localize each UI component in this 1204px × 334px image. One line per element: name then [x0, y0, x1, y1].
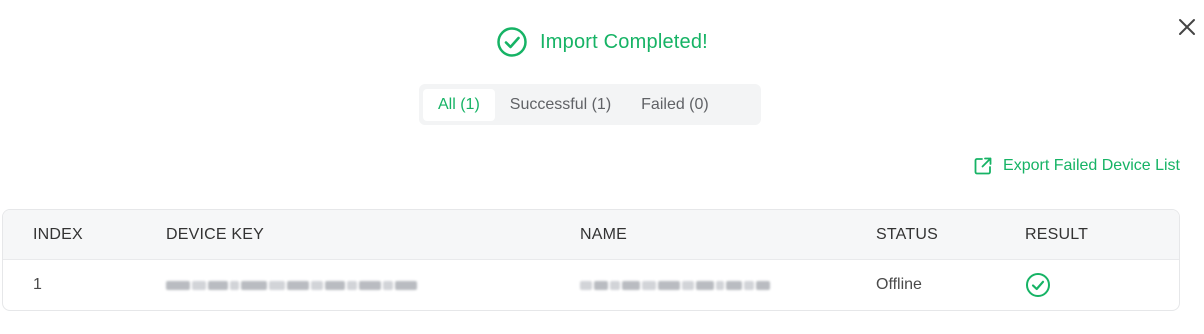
table-row: 1 Offline — [3, 260, 1179, 310]
column-header-index: INDEX — [33, 226, 83, 243]
export-label: Export Failed Device List — [1003, 157, 1180, 174]
external-link-icon — [973, 156, 993, 176]
column-header-status: STATUS — [876, 226, 938, 243]
tab-all[interactable]: All (1) — [423, 88, 495, 121]
redacted-device-key — [166, 260, 417, 310]
tab-successful[interactable]: Successful (1) — [495, 89, 626, 121]
table-header-row: INDEX DEVICE KEY NAME STATUS RESULT — [3, 210, 1179, 260]
column-header-result: RESULT — [1025, 226, 1089, 243]
column-header-name: NAME — [580, 226, 628, 243]
dialog-header: Import Completed! — [0, 26, 1204, 58]
check-circle-icon — [496, 26, 528, 58]
dialog-title: Import Completed! — [540, 30, 708, 53]
check-circle-icon — [1025, 272, 1051, 298]
import-result-table: INDEX DEVICE KEY NAME STATUS RESULT 1 Of… — [2, 209, 1180, 311]
row-status: Offline — [876, 276, 922, 293]
row-result — [1025, 260, 1051, 310]
result-filter-tabs: All (1) Successful (1) Failed (0) — [419, 84, 761, 125]
row-index: 1 — [33, 276, 42, 293]
column-header-device-key: DEVICE KEY — [166, 226, 265, 243]
tab-failed[interactable]: Failed (0) — [626, 89, 724, 121]
redacted-device-name — [580, 260, 770, 310]
export-failed-device-list-link[interactable]: Export Failed Device List — [973, 156, 1180, 176]
